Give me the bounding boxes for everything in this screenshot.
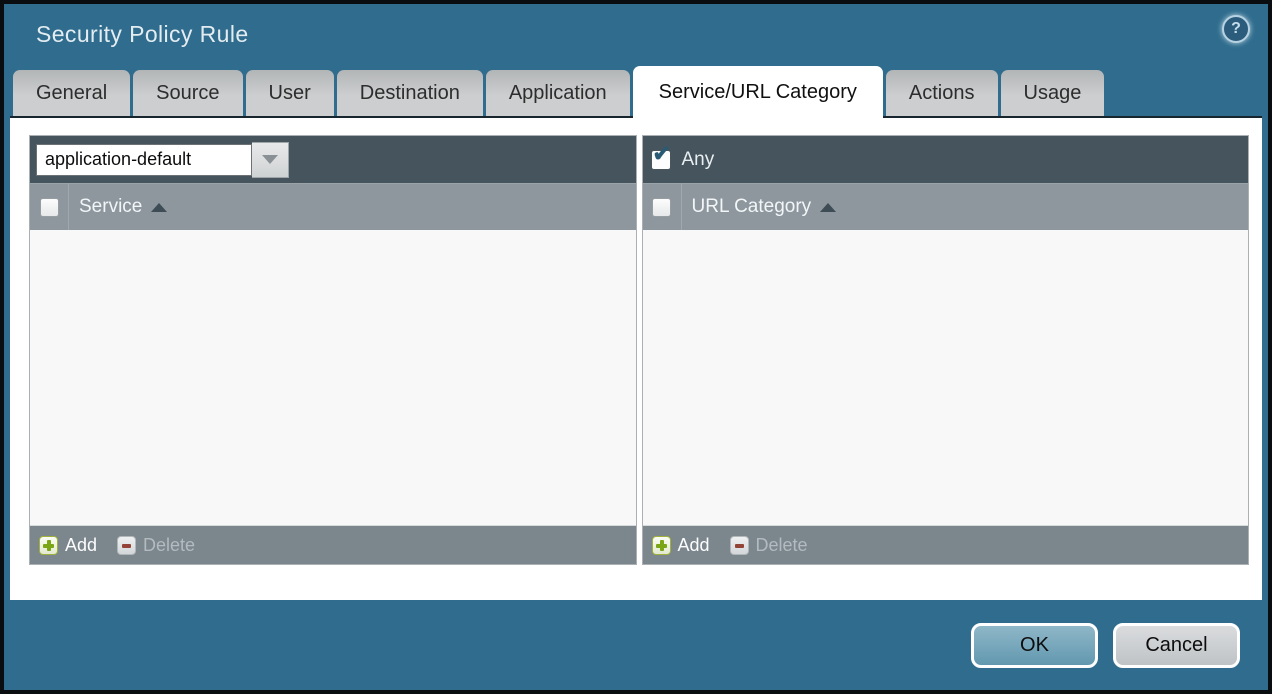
sort-ascending-icon [820,203,836,212]
any-label: Any [682,149,715,171]
service-header-checkbox-cell [30,184,69,230]
service-delete-button[interactable]: Delete [117,535,195,556]
any-row: ✔ Any [651,149,715,171]
service-footer: Add Delete [30,525,636,564]
security-policy-rule-dialog: Security Policy Rule ? General Source Us… [0,0,1272,694]
help-button[interactable]: ? [1222,15,1250,43]
any-checkbox[interactable]: ✔ [651,150,671,170]
service-add-label: Add [65,535,97,556]
caret-down-icon [262,155,278,164]
service-panel: Service Add Delete [29,135,637,565]
url-category-add-label: Add [678,535,710,556]
minus-icon [117,536,136,555]
url-category-delete-button[interactable]: Delete [730,535,808,556]
url-category-panel: ✔ Any URL Category Add [642,135,1250,565]
checkmark-icon: ✔ [653,143,671,165]
url-category-select-all-checkbox[interactable] [652,198,671,217]
plus-icon [39,536,58,555]
tab-bar: General Source User Destination Applicat… [13,66,1259,116]
service-topbar [30,136,636,183]
service-type-input[interactable] [36,144,252,176]
service-column-header[interactable]: Service [69,184,167,230]
tab-application[interactable]: Application [486,70,630,116]
tab-user[interactable]: User [246,70,334,116]
url-category-footer: Add Delete [643,525,1249,564]
cancel-button[interactable]: Cancel [1113,623,1240,668]
service-delete-label: Delete [143,535,195,556]
tab-destination[interactable]: Destination [337,70,483,116]
url-category-column-label: URL Category [692,196,812,218]
service-add-button[interactable]: Add [39,535,97,556]
url-category-column-header[interactable]: URL Category [682,184,837,230]
titlebar: Security Policy Rule [36,4,249,64]
url-category-header-checkbox-cell [643,184,682,230]
url-category-header-row: URL Category [643,183,1249,230]
url-category-delete-label: Delete [756,535,808,556]
service-type-dropdown [36,142,289,178]
sort-ascending-icon [151,203,167,212]
service-type-dropdown-button[interactable] [252,142,289,178]
help-question-icon: ? [1231,20,1241,38]
service-header-row: Service [30,183,636,230]
service-column-label: Service [79,196,142,218]
service-select-all-checkbox[interactable] [40,198,59,217]
tab-content: Service Add Delete [10,116,1262,600]
dialog-actions: OK Cancel [971,623,1240,668]
tab-source[interactable]: Source [133,70,242,116]
url-category-list [643,230,1249,525]
tab-general[interactable]: General [13,70,130,116]
minus-icon [730,536,749,555]
tab-service-url-category[interactable]: Service/URL Category [633,66,883,118]
tab-usage[interactable]: Usage [1001,70,1105,116]
url-category-topbar: ✔ Any [643,136,1249,183]
service-list [30,230,636,525]
url-category-add-button[interactable]: Add [652,535,710,556]
tab-actions[interactable]: Actions [886,70,998,116]
dialog-title: Security Policy Rule [36,21,249,48]
plus-icon [652,536,671,555]
ok-button[interactable]: OK [971,623,1098,668]
